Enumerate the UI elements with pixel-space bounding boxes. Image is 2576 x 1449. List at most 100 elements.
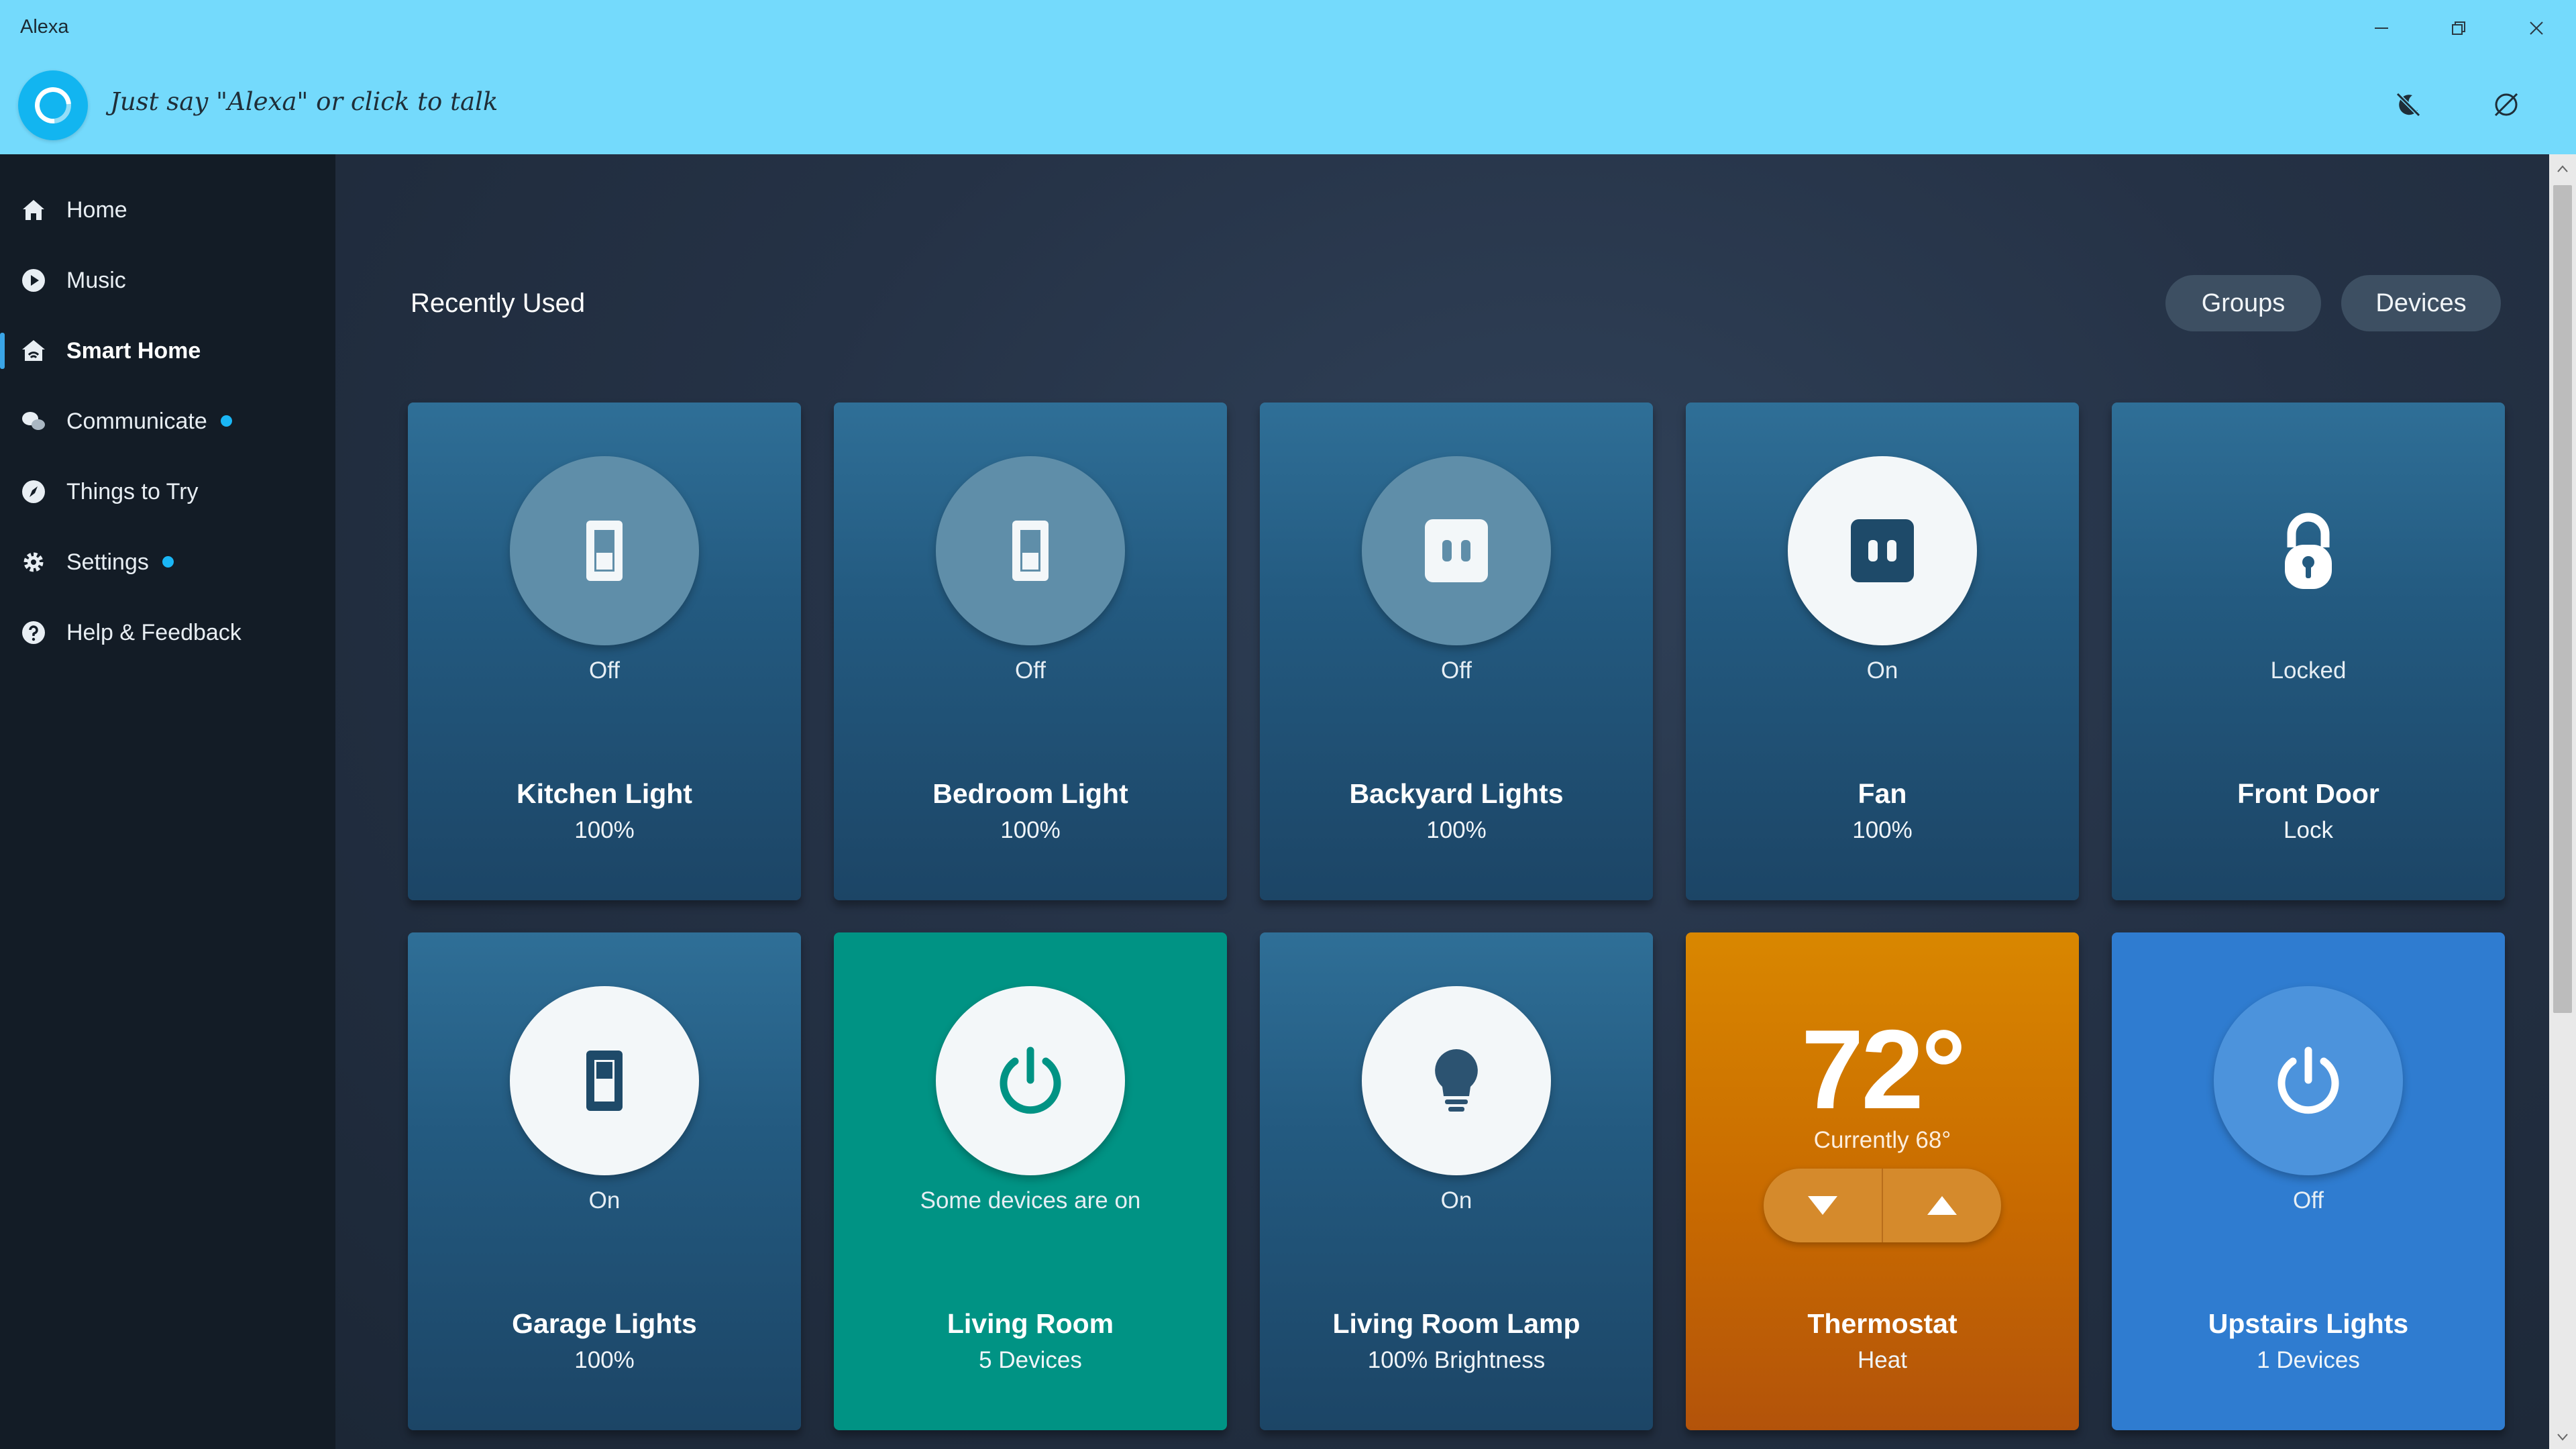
minimize-button[interactable] (2351, 9, 2412, 47)
gear-icon (19, 547, 48, 577)
tile-subtitle: 100% Brightness (1367, 1347, 1546, 1373)
tile-name: Living Room (947, 1308, 1114, 1339)
groups-filter-button[interactable]: Groups (2165, 275, 2321, 331)
title-bar: Alexa Just say "Alexa" or click to talk (0, 0, 2576, 154)
restore-button[interactable] (2428, 9, 2489, 47)
sidebar: Home Music Smart Home Communicate Things… (0, 154, 335, 1449)
close-icon (2530, 21, 2543, 35)
minimize-icon (2375, 28, 2388, 29)
do-not-disturb-button[interactable] (2388, 85, 2428, 125)
alexa-talk-button[interactable] (18, 70, 88, 140)
section-title: Recently Used (411, 288, 586, 318)
tile-name: Kitchen Light (517, 778, 692, 809)
mute-microphone-button[interactable] (2486, 85, 2526, 125)
device-tile-backyard-lights[interactable]: Off Backyard Lights 100% (1260, 402, 1653, 900)
thermostat-current-temp: Currently 68° (1813, 1127, 1951, 1153)
tile-subtitle: 100% (574, 1347, 635, 1373)
tile-status: On (588, 1187, 621, 1214)
tile-subtitle: Heat (1858, 1347, 1907, 1373)
device-tile-thermostat[interactable]: 72° Currently 68° Thermostat Heat (1686, 932, 2079, 1430)
device-tile-garage-lights[interactable]: On Garage Lights 100% (408, 932, 801, 1430)
tile-status: On (1866, 657, 1898, 684)
group-tile-upstairs-lights[interactable]: Off Upstairs Lights 1 Devices (2112, 932, 2505, 1430)
scroll-up-icon[interactable] (2556, 162, 2569, 176)
device-tile-kitchen-light[interactable]: Off Kitchen Light 100% (408, 402, 801, 900)
tile-name: Living Room Lamp (1332, 1308, 1580, 1339)
chat-icon (19, 407, 48, 436)
compass-icon (19, 477, 48, 506)
power-icon[interactable] (936, 986, 1125, 1175)
talk-prompt[interactable]: Just say "Alexa" or click to talk (110, 87, 498, 116)
sidebar-item-label: Communicate (66, 409, 232, 435)
sidebar-item-label: Settings (66, 549, 174, 576)
tile-status: Some devices are on (920, 1187, 1141, 1214)
sidebar-item-home[interactable]: Home (0, 181, 335, 239)
sidebar-item-communicate[interactable]: Communicate (0, 392, 335, 450)
plug-icon[interactable] (1788, 456, 1977, 645)
thermostat-control (1764, 1169, 2001, 1242)
device-tile-bedroom-light[interactable]: Off Bedroom Light 100% (834, 402, 1227, 900)
tile-name: Front Door (2237, 778, 2379, 809)
sidebar-item-smart-home[interactable]: Smart Home (0, 322, 335, 380)
device-tile-living-room-lamp[interactable]: On Living Room Lamp 100% Brightness (1260, 932, 1653, 1430)
tile-status: Locked (2270, 657, 2347, 684)
play-icon (19, 266, 48, 295)
light-switch-icon[interactable] (510, 456, 699, 645)
smart-home-icon (19, 336, 48, 366)
sidebar-item-music[interactable]: Music (0, 252, 335, 309)
tile-status: Off (1014, 657, 1046, 684)
moon-off-icon (2396, 92, 2421, 117)
sidebar-item-label: Smart Home (66, 337, 201, 364)
tile-name: Thermostat (1807, 1308, 1957, 1339)
sidebar-item-settings[interactable]: Settings (0, 533, 335, 591)
tile-subtitle: 1 Devices (2257, 1347, 2360, 1373)
device-tile-fan[interactable]: On Fan 100% (1686, 402, 2079, 900)
plug-icon[interactable] (1362, 456, 1551, 645)
tile-name: Garage Lights (512, 1308, 697, 1339)
tile-status: Off (1440, 657, 1472, 684)
home-icon (19, 195, 48, 225)
tile-status: Off (2292, 1187, 2324, 1214)
tile-subtitle: 100% (574, 817, 635, 843)
help-icon (19, 618, 48, 647)
scroll-thumb[interactable] (2553, 185, 2572, 1013)
chevron-up-icon (1927, 1196, 1957, 1215)
chevron-down-icon (1808, 1196, 1837, 1215)
bulb-icon[interactable] (1362, 986, 1551, 1175)
tile-name: Fan (1858, 778, 1907, 809)
tile-name: Upstairs Lights (2208, 1308, 2409, 1339)
tile-name: Backyard Lights (1349, 778, 1564, 809)
increase-temp-button[interactable] (1883, 1169, 2001, 1242)
scroll-down-icon[interactable] (2556, 1430, 2569, 1444)
close-button[interactable] (2506, 9, 2567, 47)
tile-subtitle: Lock (2284, 817, 2333, 843)
sidebar-item-label: Music (66, 267, 126, 293)
tile-subtitle: 100% (1000, 817, 1061, 843)
tile-subtitle: 100% (1426, 817, 1487, 843)
active-indicator (0, 333, 5, 369)
tile-status: On (1440, 1187, 1472, 1214)
tile-name: Bedroom Light (932, 778, 1128, 809)
vertical-scrollbar[interactable] (2549, 154, 2576, 1449)
app-title: Alexa (20, 16, 69, 38)
devices-filter-button[interactable]: Devices (2341, 275, 2501, 331)
tile-status: Off (588, 657, 621, 684)
sidebar-item-things-to-try[interactable]: Things to Try (0, 463, 335, 521)
sidebar-item-label: Help & Feedback (66, 619, 241, 645)
tile-subtitle: 5 Devices (979, 1347, 1082, 1373)
notification-dot (162, 556, 174, 568)
decrease-temp-button[interactable] (1764, 1169, 1882, 1242)
thermostat-setpoint: 72° (1801, 1006, 1966, 1132)
light-switch-icon[interactable] (936, 456, 1125, 645)
restore-icon (2452, 21, 2465, 35)
lock-icon[interactable] (2214, 456, 2403, 645)
main-content: Recently Used Groups Devices Off Kitchen… (335, 154, 2549, 1449)
power-icon[interactable] (2214, 986, 2403, 1175)
light-switch-icon[interactable] (510, 986, 699, 1175)
group-tile-living-room[interactable]: Some devices are on Living Room 5 Device… (834, 932, 1227, 1430)
tile-subtitle: 100% (1852, 817, 1913, 843)
notification-dot (220, 415, 232, 427)
sidebar-item-label: Things to Try (66, 478, 199, 504)
sidebar-item-help-feedback[interactable]: Help & Feedback (0, 604, 335, 661)
device-tile-front-door[interactable]: Locked Front Door Lock (2112, 402, 2505, 900)
